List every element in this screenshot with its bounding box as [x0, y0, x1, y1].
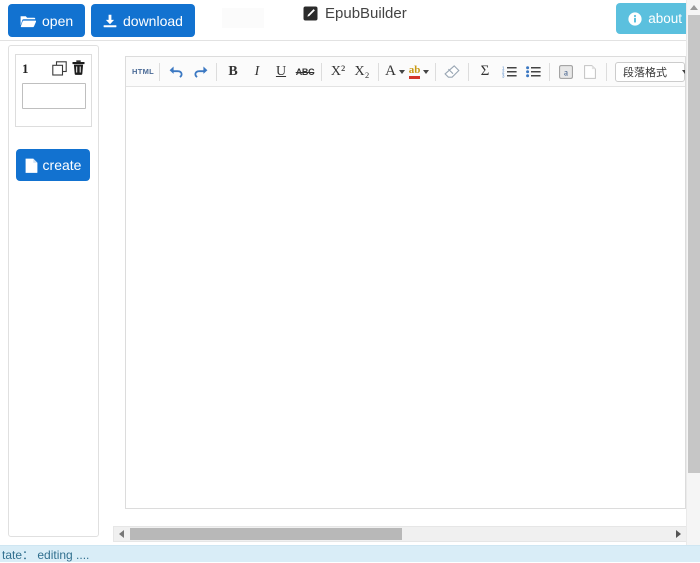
vertical-scrollbar-thumb[interactable] [688, 15, 700, 473]
toolbar-separator [378, 63, 379, 81]
svg-text:a: a [564, 67, 568, 77]
toolbar-separator [435, 63, 436, 81]
page-number-label: 1 [22, 61, 29, 77]
source-html-label: HTML [132, 67, 154, 76]
subscript-button[interactable]: X₂ [352, 61, 372, 83]
highlight-color-label: ab [409, 64, 421, 79]
app-header: open download EpubBuilder about [0, 0, 700, 41]
editor-toolbar: HTML B I U ABC X² X₂ A [126, 57, 685, 87]
anchor-button[interactable]: a [556, 61, 576, 83]
file-icon [25, 158, 38, 173]
italic-button[interactable]: I [247, 61, 267, 83]
source-html-button[interactable]: HTML [133, 61, 153, 83]
toolbar-separator [468, 63, 469, 81]
paragraph-format-select[interactable]: 段落格式 [615, 62, 685, 82]
horizontal-scrollbar-thumb[interactable] [130, 528, 402, 540]
chevron-down-icon [423, 70, 429, 74]
highlight-color-button[interactable]: ab [409, 61, 429, 83]
pages-sidebar: 1 [8, 45, 99, 537]
open-button-label: open [42, 14, 73, 28]
status-bar: tate： editing .... [0, 545, 700, 562]
underline-button[interactable]: U [271, 61, 291, 83]
edit-square-icon [303, 6, 318, 21]
toolbar-separator [549, 63, 550, 81]
horizontal-scrollbar[interactable] [113, 526, 687, 542]
vertical-scrollbar[interactable] [686, 0, 700, 545]
toolbar-separator [321, 63, 322, 81]
unordered-list-button[interactable] [523, 61, 543, 83]
bold-button[interactable]: B [223, 61, 243, 83]
about-button[interactable]: about [616, 3, 694, 34]
svg-text:3: 3 [502, 74, 505, 78]
app-title: EpubBuilder [303, 5, 407, 22]
undo-button[interactable] [166, 61, 186, 83]
chevron-down-icon [399, 70, 405, 74]
remove-format-button[interactable] [442, 61, 462, 83]
header-render-artifact [222, 8, 264, 28]
editor-content-area[interactable] [126, 87, 685, 508]
toolbar-separator [216, 63, 217, 81]
create-button-label: create [43, 158, 82, 172]
page-break-button[interactable] [580, 61, 600, 83]
scroll-left-arrow-icon[interactable] [114, 527, 129, 541]
folder-open-icon [20, 14, 36, 28]
page-title-input[interactable] [22, 83, 86, 109]
scroll-right-arrow-icon[interactable] [671, 527, 686, 541]
download-button[interactable]: download [91, 4, 195, 37]
app-title-text: EpubBuilder [325, 5, 407, 22]
paragraph-format-value: 段落格式 [623, 64, 667, 80]
about-button-label: about [648, 12, 682, 26]
text-color-label: A [385, 63, 396, 80]
toolbar-separator [606, 63, 607, 81]
redo-button[interactable] [190, 61, 210, 83]
superscript-button[interactable]: X² [328, 61, 348, 83]
trash-icon[interactable] [72, 60, 85, 75]
ordered-list-button[interactable]: 1 2 3 [499, 61, 519, 83]
info-circle-icon [628, 12, 642, 26]
open-button[interactable]: open [8, 4, 85, 37]
special-character-button[interactable]: Σ [475, 61, 495, 83]
toolbar-separator [159, 63, 160, 81]
download-icon [103, 14, 117, 28]
strikethrough-button[interactable]: ABC [295, 61, 315, 83]
chevron-down-icon [682, 70, 685, 74]
scroll-up-arrow-icon[interactable] [687, 0, 700, 14]
text-color-button[interactable]: A [385, 61, 405, 83]
page-item-header: 1 [16, 59, 93, 79]
page-list-item[interactable]: 1 [15, 54, 92, 127]
copy-icon[interactable] [52, 61, 67, 76]
create-page-button[interactable]: create [16, 149, 90, 181]
download-button-label: download [123, 14, 183, 28]
status-text: tate： editing .... [2, 546, 89, 563]
rich-text-editor: HTML B I U ABC X² X₂ A [125, 56, 686, 509]
